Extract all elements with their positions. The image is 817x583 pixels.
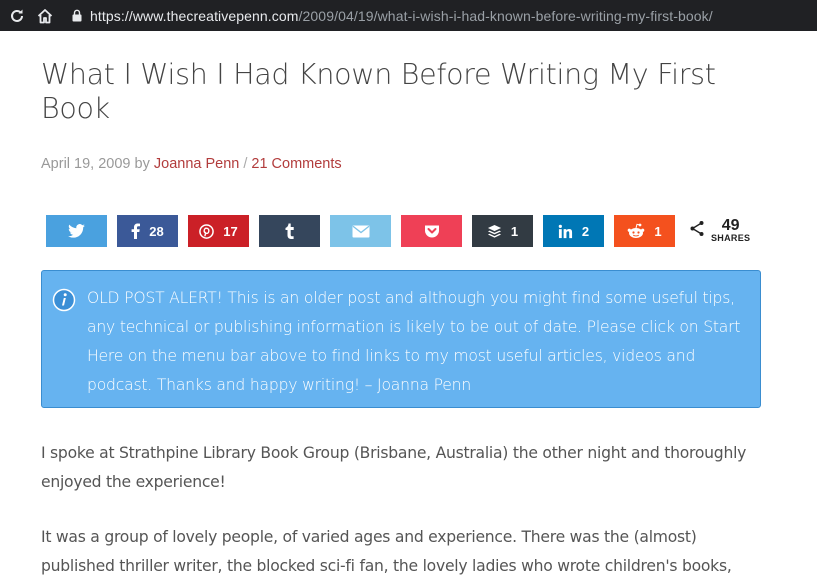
meta-separator: /: [243, 156, 248, 172]
buffer-share-button[interactable]: 1: [472, 215, 533, 247]
url-path: /2009/04/19/what-i-wish-i-had-known-befo…: [298, 7, 713, 24]
linkedin-share-count: 2: [581, 223, 590, 239]
url-host: https://www.thecreativepenn.com: [90, 7, 299, 24]
pocket-share-button[interactable]: [401, 215, 462, 247]
facebook-icon: [131, 223, 141, 239]
home-icon[interactable]: [34, 5, 56, 27]
comments-link[interactable]: 21 Comments: [251, 156, 341, 172]
address-bar[interactable]: https://www.thecreativepenn.com/2009/04/…: [90, 8, 713, 24]
post-date: April 19, 2009: [41, 156, 131, 172]
tumblr-icon: [285, 223, 295, 239]
info-icon: [52, 288, 76, 317]
linkedin-share-button[interactable]: 2: [543, 215, 604, 247]
mail-icon: [352, 225, 370, 238]
reddit-share-button[interactable]: 1: [614, 215, 675, 247]
twitter-share-button[interactable]: [46, 215, 107, 247]
pinterest-share-count: 17: [223, 223, 238, 239]
buffer-icon: [487, 224, 502, 239]
reddit-share-count: 1: [654, 223, 662, 239]
body-paragraph-1: I spoke at Strathpine Library Book Group…: [41, 444, 747, 491]
tumblr-share-button[interactable]: [259, 215, 320, 247]
share-icon: [689, 220, 705, 242]
linkedin-icon: [558, 224, 573, 239]
alert-text: OLD POST ALERT! This is an older post an…: [87, 289, 741, 394]
share-total-count: 49: [721, 217, 740, 234]
share-total: 49 SHARES: [689, 217, 751, 243]
post-meta: April 19, 2009 by Joanna Penn/21 Comment…: [41, 156, 761, 172]
pocket-icon: [424, 224, 440, 239]
pinterest-share-button[interactable]: 17: [188, 215, 249, 247]
twitter-icon: [68, 224, 85, 238]
old-post-alert: OLD POST ALERT! This is an older post an…: [41, 270, 761, 408]
author-link[interactable]: Joanna Penn: [154, 156, 239, 172]
share-total-label: SHARES: [711, 233, 751, 243]
browser-toolbar: https://www.thecreativepenn.com/2009/04/…: [0, 0, 817, 31]
email-share-button[interactable]: [330, 215, 391, 247]
pinterest-icon: [199, 223, 215, 239]
article-title: What I Wish I Had Known Before Writing M…: [41, 58, 716, 125]
share-bar: 28 17 1 2 1 49 SHARES: [46, 215, 750, 247]
reddit-icon: [627, 223, 645, 239]
facebook-share-count: 28: [149, 223, 164, 239]
lock-icon[interactable]: [70, 8, 84, 24]
buffer-share-count: 1: [510, 223, 519, 239]
by-label: by: [134, 156, 150, 172]
facebook-share-button[interactable]: 28: [117, 215, 178, 247]
article: What I Wish I Had Known Before Writing M…: [41, 31, 761, 575]
body-paragraph-2: It was a group of lovely people, of vari…: [41, 528, 732, 575]
reload-icon[interactable]: [6, 5, 28, 27]
